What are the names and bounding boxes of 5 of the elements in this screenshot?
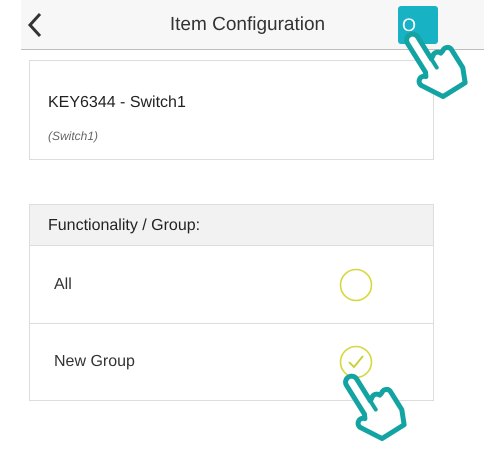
item-subtitle: (Switch1) bbox=[48, 128, 100, 145]
section-heading: Functionality / Group: bbox=[30, 205, 433, 246]
item-name: KEY6344 - Switch1 bbox=[48, 93, 187, 113]
screen-title: Item Configuration bbox=[170, 14, 326, 35]
back-button[interactable] bbox=[27, 12, 43, 38]
